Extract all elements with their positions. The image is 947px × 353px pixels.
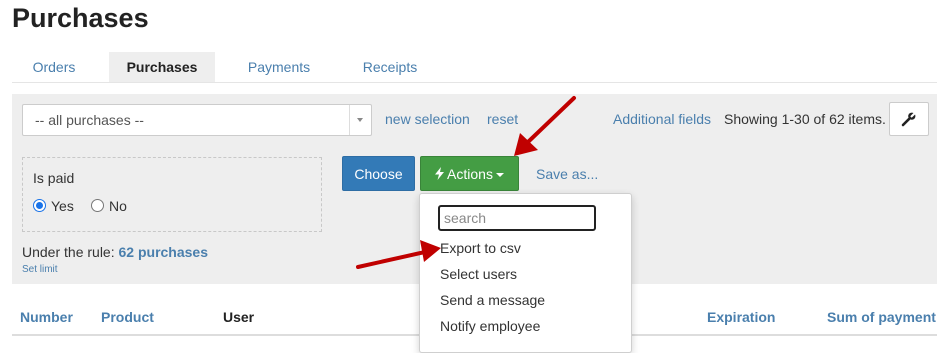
actions-dropdown-menu: Export to csv Select users Send a messag…: [419, 193, 632, 353]
rule-summary: Under the rule: 62 purchases: [22, 244, 208, 260]
bolt-icon: [435, 167, 445, 180]
actions-search-input[interactable]: [438, 205, 596, 231]
choose-button[interactable]: Choose: [342, 156, 415, 191]
tab-bar: Orders Purchases Payments Receipts: [12, 52, 937, 83]
pagination-summary: Showing 1-30 of 62 items.: [724, 111, 886, 127]
menu-item-select-users[interactable]: Select users: [440, 266, 517, 282]
tab-orders[interactable]: Orders: [12, 52, 96, 82]
column-header-sum-of-payment[interactable]: Sum of payment: [827, 309, 936, 325]
new-selection-link[interactable]: new selection: [385, 111, 470, 127]
chevron-down-icon: [495, 173, 504, 177]
is-paid-filter: Is paid Yes No: [22, 157, 322, 232]
column-header-product[interactable]: Product: [101, 309, 154, 325]
menu-item-notify-employee[interactable]: Notify employee: [440, 318, 540, 334]
wrench-icon: [901, 111, 917, 127]
reset-link[interactable]: reset: [487, 111, 518, 127]
tab-payments[interactable]: Payments: [234, 52, 324, 82]
column-header-expiration[interactable]: Expiration: [707, 309, 775, 325]
radio-yes[interactable]: Yes: [33, 198, 83, 214]
save-as-link[interactable]: Save as...: [536, 166, 598, 182]
column-header-number[interactable]: Number: [20, 309, 73, 325]
purchase-filter-select[interactable]: -- all purchases --: [22, 104, 372, 136]
actions-button[interactable]: Actions: [420, 156, 519, 191]
actions-label: Actions: [447, 166, 493, 182]
page-title: Purchases: [12, 3, 149, 33]
chevron-down-icon: [357, 118, 363, 122]
set-limit-link[interactable]: Set limit: [22, 264, 58, 275]
rule-summary-prefix: Under the rule:: [22, 244, 115, 260]
tab-receipts[interactable]: Receipts: [350, 52, 430, 82]
radio-no-input[interactable]: [91, 199, 104, 212]
tab-purchases[interactable]: Purchases: [109, 52, 215, 82]
menu-item-send-message[interactable]: Send a message: [440, 292, 545, 308]
radio-no-label: No: [109, 198, 127, 214]
select-value: -- all purchases --: [35, 112, 144, 128]
radio-yes-label: Yes: [51, 198, 74, 214]
column-header-user: User: [223, 309, 255, 325]
radio-yes-input[interactable]: [33, 199, 46, 212]
settings-button[interactable]: [889, 102, 929, 136]
radio-no[interactable]: No: [91, 198, 141, 214]
rule-summary-count[interactable]: 62 purchases: [119, 244, 209, 260]
is-paid-label: Is paid: [33, 170, 75, 186]
menu-item-export-csv[interactable]: Export to csv: [440, 240, 521, 256]
additional-fields-link[interactable]: Additional fields: [613, 111, 711, 127]
